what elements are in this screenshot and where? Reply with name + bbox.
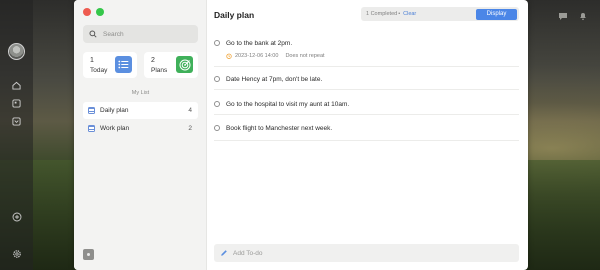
task-meta: 2023-12-06 14:00 Does not repeat xyxy=(226,53,325,59)
list-item-work-plan[interactable]: Work plan 2 xyxy=(83,120,198,137)
pencil-icon xyxy=(221,250,227,256)
add-todo-input[interactable] xyxy=(233,249,493,257)
task-checkbox[interactable] xyxy=(214,76,220,82)
task-checkbox[interactable] xyxy=(214,125,220,131)
list-icon xyxy=(88,125,95,132)
today-label: Today xyxy=(90,67,108,74)
plans-count: 2 xyxy=(151,57,155,64)
page-title: Daily plan xyxy=(214,10,255,20)
close-window-button[interactable] xyxy=(83,8,91,16)
plans-label: Plans xyxy=(151,67,168,74)
sidebar-menu-button[interactable] xyxy=(83,249,94,260)
display-button[interactable]: Display xyxy=(476,8,517,20)
search-icon xyxy=(89,30,97,38)
alarm-icon xyxy=(226,53,232,59)
settings-gear-icon[interactable] xyxy=(9,246,24,261)
app-dock xyxy=(0,0,33,270)
today-card[interactable]: 1 Today xyxy=(83,52,137,78)
task-row[interactable]: Book flight to Manchester next week. xyxy=(214,125,519,141)
plans-card[interactable]: 2 Plans xyxy=(144,52,198,78)
add-todo-bar[interactable] xyxy=(214,244,519,262)
list-item-daily-plan[interactable]: Daily plan 4 xyxy=(83,102,198,119)
chat-icon[interactable] xyxy=(558,11,569,22)
apps-icon[interactable] xyxy=(9,96,24,111)
task-row[interactable]: Date Hency at 7pm, don't be late. xyxy=(214,76,519,90)
list-name: Work plan xyxy=(100,125,130,132)
add-circle-icon[interactable] xyxy=(9,209,24,224)
task-text: Go to the hospital to visit my aunt at 1… xyxy=(226,101,350,108)
task-checkbox[interactable] xyxy=(214,101,220,107)
task-date: 2023-12-06 14:00 xyxy=(235,53,279,59)
main-content: Daily plan 1 Completed • Clear Display G… xyxy=(207,0,528,270)
task-row[interactable]: Go to the hospital to visit my aunt at 1… xyxy=(214,101,519,115)
clear-button[interactable]: Clear xyxy=(403,11,416,17)
completed-toolbar: 1 Completed • Clear Display xyxy=(361,7,519,21)
list-icon xyxy=(115,56,132,73)
separator-dot: • xyxy=(398,11,401,17)
today-count: 1 xyxy=(90,57,94,64)
list-name: Daily plan xyxy=(100,107,129,114)
task-repeat: Does not repeat xyxy=(285,53,325,59)
task-checkbox[interactable] xyxy=(214,40,220,46)
task-row[interactable]: Go to the bank at 2pm. 2023-12-06 14:00 … xyxy=(214,40,519,67)
task-text: Go to the bank at 2pm. xyxy=(226,40,293,47)
search-box[interactable] xyxy=(83,25,198,43)
user-avatar[interactable] xyxy=(8,43,25,60)
target-icon xyxy=(176,56,193,73)
home-icon[interactable] xyxy=(9,78,24,93)
my-list-heading: My List xyxy=(131,90,150,96)
app-window: 1 Today 2 Plans My List Daily plan 4 Wor… xyxy=(74,0,528,270)
sidebar: 1 Today 2 Plans My List Daily plan 4 Wor… xyxy=(74,0,207,270)
list-count: 4 xyxy=(188,107,192,114)
search-input[interactable] xyxy=(103,30,193,38)
list-icon xyxy=(88,107,95,114)
task-text: Date Hency at 7pm, don't be late. xyxy=(226,76,323,83)
completed-count: 1 Completed xyxy=(366,11,398,17)
task-text: Book flight to Manchester next week. xyxy=(226,125,333,132)
list-count: 2 xyxy=(188,125,192,132)
bell-icon[interactable] xyxy=(578,11,589,22)
maximize-window-button[interactable] xyxy=(96,8,104,16)
inbox-icon[interactable] xyxy=(9,114,24,129)
